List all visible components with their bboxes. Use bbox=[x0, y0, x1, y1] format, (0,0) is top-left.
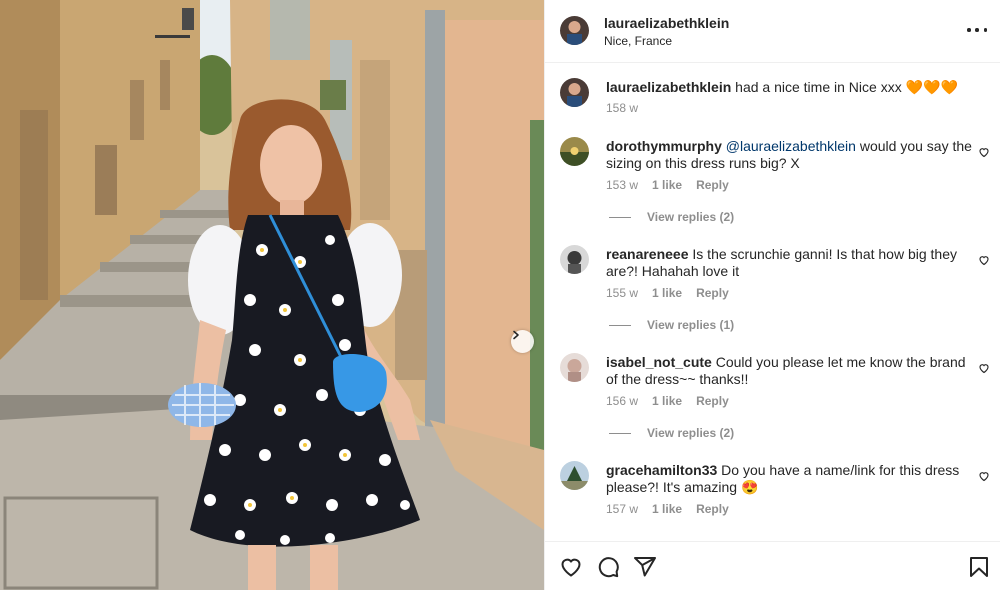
view-replies-button[interactable]: View replies (1) bbox=[609, 318, 734, 332]
caption-meta: 158 w bbox=[606, 101, 638, 115]
view-replies-label: View replies (2) bbox=[647, 210, 735, 224]
post-actions-bar bbox=[545, 541, 1000, 590]
comment-meta: 155 w 1 like Reply bbox=[606, 286, 729, 300]
comment-likes[interactable]: 1 like bbox=[652, 502, 682, 516]
more-options-button[interactable] bbox=[967, 22, 987, 38]
heart-icon bbox=[979, 364, 989, 374]
comment-text: dorothymmurphy @lauraelizabethklein woul… bbox=[606, 138, 974, 172]
view-replies-label: View replies (2) bbox=[647, 426, 735, 440]
comment-likes[interactable]: 1 like bbox=[652, 178, 682, 192]
comment-icon bbox=[598, 557, 619, 578]
comment-likes[interactable]: 1 like bbox=[652, 286, 682, 300]
comment-time[interactable]: 157 w bbox=[606, 502, 638, 516]
paper-plane-icon bbox=[634, 557, 656, 577]
comment-reply-button[interactable]: Reply bbox=[696, 286, 729, 300]
replies-divider bbox=[609, 324, 631, 326]
carousel-next-button[interactable] bbox=[511, 330, 534, 353]
view-replies-label: View replies (1) bbox=[647, 318, 735, 332]
save-button[interactable] bbox=[967, 555, 991, 579]
view-replies-button[interactable]: View replies (2) bbox=[609, 426, 734, 440]
heart-icon bbox=[979, 148, 989, 158]
comment-likes[interactable]: 1 like bbox=[652, 394, 682, 408]
comment-author[interactable]: isabel_not_cute bbox=[606, 354, 712, 370]
post-photo[interactable] bbox=[0, 0, 544, 590]
replies-divider bbox=[609, 432, 631, 434]
more-horizontal-icon bbox=[967, 28, 971, 32]
comment-reply-button[interactable]: Reply bbox=[696, 502, 729, 516]
caption-author[interactable]: lauraelizabethklein bbox=[606, 79, 731, 95]
post-side-panel: lauraelizabethklein Nice, France laurael… bbox=[544, 0, 1000, 590]
comment-text: reanareneee Is the scrunchie ganni! Is t… bbox=[606, 246, 974, 280]
comment-reply-button[interactable]: Reply bbox=[696, 178, 729, 192]
instagram-post: lauraelizabethklein Nice, France laurael… bbox=[0, 0, 1000, 590]
comment-text: isabel_not_cute Could you please let me … bbox=[606, 354, 974, 388]
comment-meta: 153 w 1 like Reply bbox=[606, 178, 729, 192]
comment-author[interactable]: gracehamilton33 bbox=[606, 462, 717, 478]
comment-time[interactable]: 156 w bbox=[606, 394, 638, 408]
commenter-avatar[interactable] bbox=[560, 461, 589, 490]
comment-like-button[interactable] bbox=[978, 361, 990, 374]
bookmark-icon bbox=[970, 557, 988, 577]
comment-author[interactable]: reanareneee bbox=[606, 246, 689, 262]
replies-divider bbox=[609, 216, 631, 218]
comment-reply-button[interactable]: Reply bbox=[696, 394, 729, 408]
comment-button[interactable] bbox=[596, 555, 620, 579]
view-replies-button[interactable]: View replies (2) bbox=[609, 210, 734, 224]
post-location[interactable]: Nice, France bbox=[604, 34, 672, 48]
comment-mention[interactable]: @lauraelizabethklein bbox=[726, 138, 856, 154]
caption-content: had a nice time in Nice xxx 🧡🧡🧡 bbox=[731, 79, 958, 95]
caption-time[interactable]: 158 w bbox=[606, 101, 638, 115]
caption-text: lauraelizabethklein had a nice time in N… bbox=[606, 79, 974, 96]
commenter-avatar[interactable] bbox=[560, 137, 589, 166]
comment-time[interactable]: 153 w bbox=[606, 178, 638, 192]
commenter-avatar[interactable] bbox=[560, 245, 589, 274]
comments-list[interactable]: lauraelizabethklein had a nice time in N… bbox=[545, 63, 1000, 541]
caption-author-avatar[interactable] bbox=[560, 78, 589, 107]
commenter-avatar[interactable] bbox=[560, 353, 589, 382]
heart-icon bbox=[979, 256, 989, 266]
comment-author[interactable]: dorothymmurphy bbox=[606, 138, 722, 154]
comment-like-button[interactable] bbox=[978, 253, 990, 266]
chevron-right-icon bbox=[513, 330, 519, 340]
street-photo-illustration bbox=[0, 0, 544, 590]
heart-icon bbox=[979, 472, 989, 482]
comment-like-button[interactable] bbox=[978, 145, 990, 158]
comment-meta: 156 w 1 like Reply bbox=[606, 394, 729, 408]
comment-like-button[interactable] bbox=[978, 469, 990, 482]
like-button[interactable] bbox=[559, 555, 583, 579]
post-header: lauraelizabethklein Nice, France bbox=[545, 0, 1000, 63]
comment-meta: 157 w 1 like Reply bbox=[606, 502, 729, 516]
comment-text: gracehamilton33 Do you have a name/link … bbox=[606, 462, 974, 496]
author-avatar[interactable] bbox=[560, 16, 589, 45]
share-button[interactable] bbox=[633, 555, 657, 579]
comment-time[interactable]: 155 w bbox=[606, 286, 638, 300]
heart-icon bbox=[561, 558, 581, 577]
author-username[interactable]: lauraelizabethklein bbox=[604, 15, 729, 31]
